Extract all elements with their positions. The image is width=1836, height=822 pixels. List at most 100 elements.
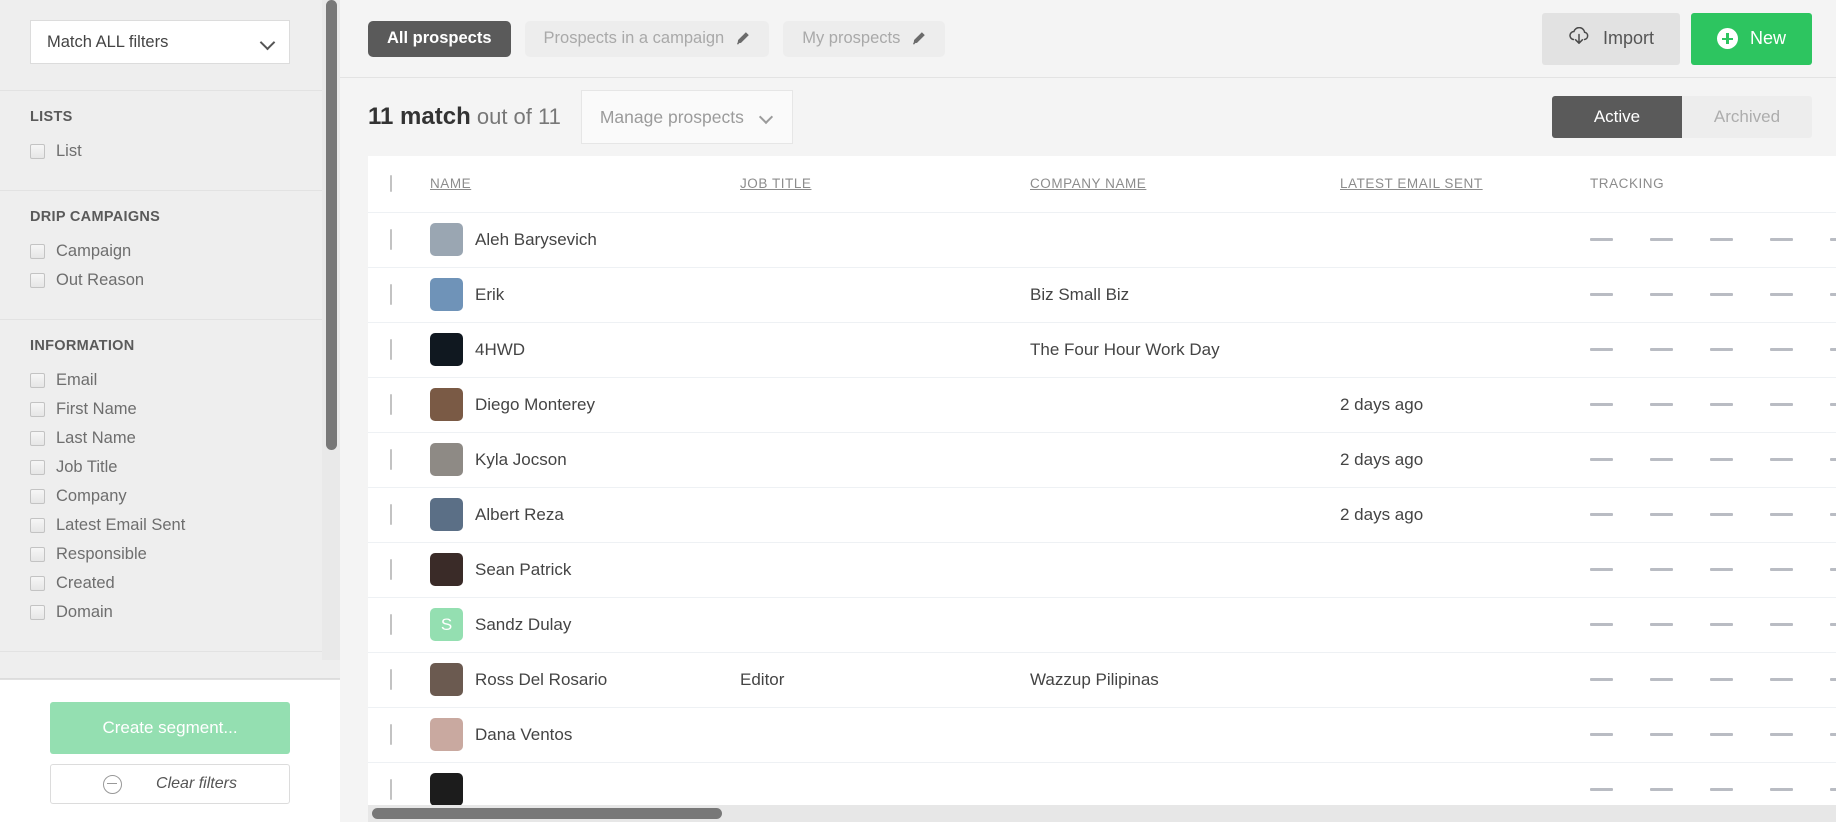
filter-option-created[interactable]: Created (30, 571, 310, 596)
filter-checkbox[interactable] (30, 518, 45, 533)
filter-checkbox[interactable] (30, 576, 45, 591)
cell-company-name (1030, 212, 1340, 267)
cell-name: Kyla Jocson (430, 432, 740, 487)
new-button[interactable]: New (1691, 13, 1812, 65)
tracking-placeholder (1830, 293, 1836, 296)
filter-option-label: First Name (56, 400, 137, 419)
prospect-name[interactable]: Ross Del Rosario (475, 670, 607, 690)
tab-my-prospects[interactable]: My prospects (783, 21, 945, 57)
filter-option-last-name[interactable]: Last Name (30, 426, 310, 451)
prospect-name[interactable]: Kyla Jocson (475, 450, 567, 470)
row-checkbox[interactable] (390, 559, 392, 580)
cell-latest-email-sent (1340, 597, 1590, 652)
prospect-name[interactable]: Dana Ventos (475, 725, 572, 745)
cell-tracking (1590, 377, 1836, 432)
filter-option-email[interactable]: Email (30, 368, 310, 393)
filter-checkbox[interactable] (30, 605, 45, 620)
table-row[interactable]: Aleh Barysevich (368, 212, 1836, 267)
filter-option-domain[interactable]: Domain (30, 600, 310, 625)
table-body: Aleh Barysevich ErikBiz Small Biz4HWDThe … (368, 212, 1836, 817)
tab-all-prospects[interactable]: All prospects (368, 21, 511, 57)
prospect-name[interactable]: Erik (475, 285, 504, 305)
column-header-job-title[interactable]: JOB TITLE (740, 156, 1030, 212)
plus-circle-icon (1717, 28, 1738, 49)
row-checkbox[interactable] (390, 504, 392, 525)
row-checkbox[interactable] (390, 614, 392, 635)
table-row[interactable]: Dana Ventos (368, 707, 1836, 762)
filter-checkbox[interactable] (30, 144, 45, 159)
column-header-latest-email-sent[interactable]: LATEST EMAIL SENT (1340, 156, 1590, 212)
filter-option-out-reason[interactable]: Out Reason (30, 268, 310, 293)
table-horizontal-scrollbar-track[interactable] (368, 805, 1836, 822)
import-button[interactable]: Import (1542, 13, 1680, 65)
filter-section-title: INFORMATION (30, 338, 310, 354)
filter-checkbox[interactable] (30, 431, 45, 446)
tracking-placeholder (1830, 678, 1836, 681)
row-checkbox[interactable] (390, 339, 392, 360)
row-checkbox[interactable] (390, 229, 392, 250)
table-row[interactable]: 4HWDThe Four Hour Work Day (368, 322, 1836, 377)
filter-option-first-name[interactable]: First Name (30, 397, 310, 422)
row-checkbox[interactable] (390, 284, 392, 305)
column-header-label[interactable]: LATEST EMAIL SENT (1340, 176, 1483, 191)
row-checkbox[interactable] (390, 394, 392, 415)
table-horizontal-scrollbar-thumb[interactable] (372, 808, 722, 819)
tracking-placeholder (1770, 238, 1793, 241)
tracking-placeholder (1710, 788, 1733, 791)
cell-tracking (1590, 487, 1836, 542)
filter-option-responsible[interactable]: Responsible (30, 542, 310, 567)
table-row[interactable]: Sean Patrick (368, 542, 1836, 597)
tracking-placeholder (1770, 458, 1793, 461)
prospect-name[interactable]: Sean Patrick (475, 560, 571, 580)
match-filter-select[interactable]: Match ALL filters (30, 20, 290, 64)
prospect-name[interactable]: 4HWD (475, 340, 525, 360)
tracking-placeholder (1710, 403, 1733, 406)
filter-checkbox[interactable] (30, 273, 45, 288)
prospect-name[interactable]: Albert Reza (475, 505, 564, 525)
filter-option-campaign[interactable]: Campaign (30, 239, 310, 264)
filter-option-company[interactable]: Company (30, 484, 310, 509)
filter-checkbox[interactable] (30, 460, 45, 475)
row-checkbox[interactable] (390, 724, 392, 745)
column-header-label[interactable]: JOB TITLE (740, 176, 811, 191)
filter-option-latest-email-sent[interactable]: Latest Email Sent (30, 513, 310, 538)
table-row[interactable]: SSandz Dulay (368, 597, 1836, 652)
prospect-name[interactable]: Sandz Dulay (475, 615, 571, 635)
tracking-placeholder (1650, 458, 1673, 461)
column-header-company-name[interactable]: COMPANY NAME (1030, 156, 1340, 212)
tab-prospects-in-a-campaign[interactable]: Prospects in a campaign (525, 21, 770, 57)
pencil-icon[interactable] (911, 31, 926, 46)
table-row[interactable]: ErikBiz Small Biz (368, 267, 1836, 322)
row-checkbox[interactable] (390, 669, 392, 690)
pencil-icon[interactable] (735, 31, 750, 46)
filter-checkbox[interactable] (30, 547, 45, 562)
filter-option-job-title[interactable]: Job Title (30, 455, 310, 480)
table-row[interactable]: Diego Monterey2 days ago (368, 377, 1836, 432)
manage-prospects-dropdown[interactable]: Manage prospects (581, 90, 793, 144)
prospects-table: NAME JOB TITLE COMPANY NAME LATEST EMAIL… (368, 156, 1836, 817)
sidebar-scrollbar-track[interactable] (322, 0, 340, 660)
create-segment-button[interactable]: Create segment... (50, 702, 290, 754)
clear-filters-button[interactable]: Clear filters (50, 764, 290, 804)
prospect-name[interactable]: Aleh Barysevich (475, 230, 597, 250)
sidebar-scrollbar-thumb[interactable] (326, 0, 337, 450)
cell-company-name (1030, 432, 1340, 487)
filter-option-list[interactable]: List (30, 139, 310, 164)
row-checkbox[interactable] (390, 779, 392, 800)
table-row[interactable]: Kyla Jocson2 days ago (368, 432, 1836, 487)
column-header-label[interactable]: COMPANY NAME (1030, 176, 1146, 191)
table-row[interactable]: Albert Reza2 days ago (368, 487, 1836, 542)
tab-label: Prospects in a campaign (544, 29, 725, 48)
table-row[interactable]: Ross Del RosarioEditorWazzup Pilipinas (368, 652, 1836, 707)
column-header-name[interactable]: NAME (430, 156, 740, 212)
status-tab-active[interactable]: Active (1552, 96, 1682, 138)
select-all-checkbox[interactable] (390, 175, 392, 192)
column-header-label[interactable]: NAME (430, 176, 471, 191)
filter-checkbox[interactable] (30, 244, 45, 259)
status-tab-archived[interactable]: Archived (1682, 96, 1812, 138)
row-checkbox[interactable] (390, 449, 392, 470)
filter-checkbox[interactable] (30, 489, 45, 504)
prospect-name[interactable]: Diego Monterey (475, 395, 595, 415)
filter-checkbox[interactable] (30, 402, 45, 417)
filter-checkbox[interactable] (30, 373, 45, 388)
